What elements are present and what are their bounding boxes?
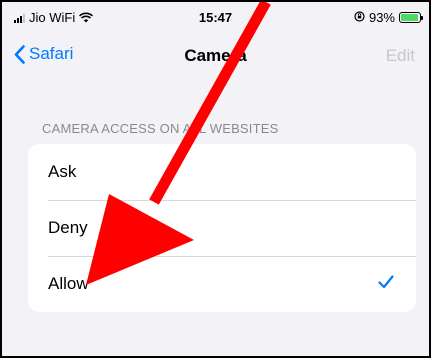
option-label: Ask	[48, 162, 77, 181]
option-ask[interactable]: Ask	[28, 144, 416, 200]
battery-icon	[399, 12, 423, 23]
battery-percent: 93%	[368, 10, 395, 25]
orientation-lock-icon	[354, 10, 365, 25]
phone-screen: Jio WiFi 15:47 93% Safari Camera Edit CA…	[0, 0, 431, 358]
option-label: Allow	[48, 274, 89, 293]
camera-access-options: Ask Deny Allow	[28, 144, 416, 312]
status-right: 93%	[354, 10, 423, 25]
battery-level-fill	[401, 14, 418, 21]
section-header: CAMERA ACCESS ON ALL WEBSITES	[42, 121, 279, 136]
checkmark-icon	[378, 275, 394, 289]
navigation-bar: Safari Camera Edit	[2, 32, 429, 76]
status-bar: Jio WiFi 15:47 93%	[2, 2, 429, 32]
battery-cap	[421, 16, 423, 20]
option-label: Deny	[48, 218, 88, 237]
edit-button[interactable]: Edit	[386, 46, 415, 66]
page-title: Camera	[184, 46, 247, 65]
option-allow[interactable]: Allow	[28, 256, 416, 312]
option-deny[interactable]: Deny	[28, 200, 416, 256]
